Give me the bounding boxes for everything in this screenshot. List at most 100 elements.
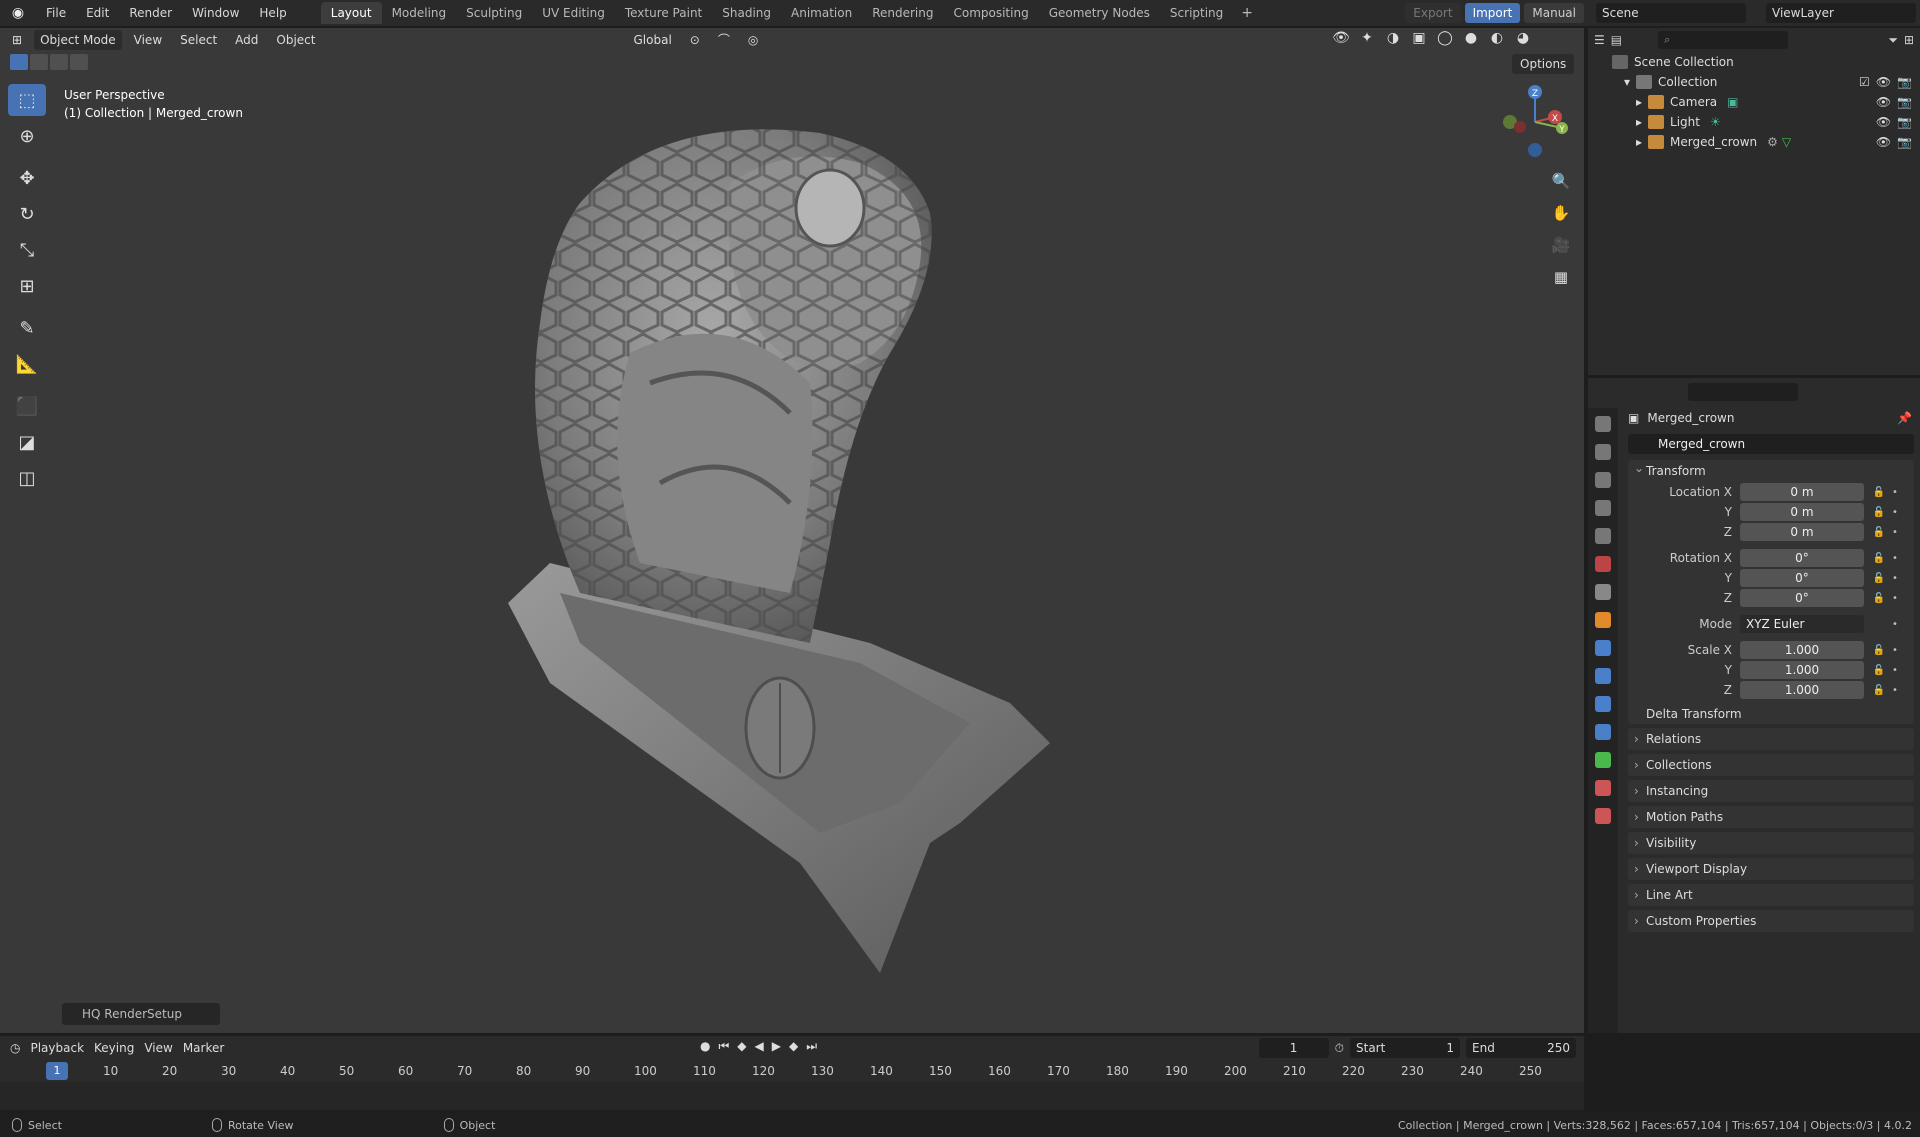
keyframe-dot-icon[interactable]: •	[1892, 593, 1898, 604]
editor-type-icon[interactable]: ⊞	[6, 30, 28, 50]
select-intersect-icon[interactable]	[70, 54, 88, 70]
object-mode-dropdown[interactable]: Object Mode	[34, 30, 122, 50]
pivot-icon[interactable]: ⊙	[684, 30, 706, 50]
output-tab-icon[interactable]	[1595, 472, 1611, 488]
rotation-mode-dropdown[interactable]: XYZ Euler	[1740, 615, 1864, 633]
timeline-menu-keying[interactable]: Keying	[94, 1041, 134, 1055]
select-box-icon[interactable]: ⬚	[8, 84, 46, 116]
camera-render-icon[interactable]: 📷	[1897, 115, 1912, 129]
timeline-menu-playback[interactable]: Playback	[30, 1041, 84, 1055]
tab-texture-paint[interactable]: Texture Paint	[615, 2, 712, 24]
panel-line-art[interactable]: Line Art	[1628, 884, 1914, 906]
camera-render-icon[interactable]: 📷	[1897, 75, 1912, 89]
filter-icon[interactable]: ⏷	[1888, 33, 1898, 48]
pin-icon[interactable]: 📌	[1897, 411, 1912, 425]
timeline-track[interactable]	[0, 1082, 1584, 1110]
tab-layout[interactable]: Layout	[320, 2, 382, 24]
viewport-menu-object[interactable]: Object	[270, 30, 321, 50]
location-y-field[interactable]: 0 m	[1740, 503, 1864, 521]
scale-icon[interactable]: ⤡	[8, 234, 46, 266]
tab-compositing[interactable]: Compositing	[943, 2, 1038, 24]
view-layer-field[interactable]: ViewLayer	[1766, 3, 1916, 23]
tab-uv-editing[interactable]: UV Editing	[532, 2, 615, 24]
xray-icon[interactable]: ▣	[1408, 30, 1430, 46]
material-shading-icon[interactable]: ◐	[1486, 30, 1508, 46]
scene-tab-icon[interactable]	[1595, 528, 1611, 544]
properties-search-input[interactable]	[1688, 383, 1798, 401]
current-frame-field[interactable]: 1	[1258, 1038, 1329, 1058]
render-tab-icon[interactable]	[1595, 444, 1611, 460]
rendered-shading-icon[interactable]: ◕	[1512, 30, 1534, 46]
pan-hand-icon[interactable]: ✋	[1548, 200, 1574, 226]
keyframe-dot-icon[interactable]: •	[1892, 487, 1898, 498]
view-layer-tab-icon[interactable]	[1595, 500, 1611, 516]
lock-icon[interactable]: 🔓	[1870, 593, 1888, 604]
blender-logo-icon[interactable]: ◉	[0, 0, 36, 26]
select-extend-icon[interactable]	[30, 54, 48, 70]
texture-tab-icon[interactable]	[1595, 808, 1611, 824]
zoom-icon[interactable]: 🔍	[1548, 168, 1574, 194]
next-keyframe-icon[interactable]: ◆	[789, 1039, 798, 1054]
modifier-tab-icon[interactable]	[1595, 640, 1611, 656]
transform-icon[interactable]: ⊞	[8, 270, 46, 302]
panel-viewport-display[interactable]: Viewport Display	[1628, 858, 1914, 880]
play-icon[interactable]: ▶	[772, 1039, 781, 1054]
eye-icon[interactable]: 👁	[1876, 95, 1891, 109]
location-x-field[interactable]: 0 m	[1740, 483, 1864, 501]
menu-help[interactable]: Help	[249, 6, 296, 20]
expand-arrow-icon[interactable]: ▸	[1636, 115, 1642, 129]
tab-modeling[interactable]: Modeling	[382, 2, 457, 24]
mesh-data-icon[interactable]: ▽	[1782, 135, 1791, 149]
transform-header[interactable]: Transform	[1628, 457, 1914, 482]
menu-render[interactable]: Render	[119, 6, 182, 20]
navigation-gizmo[interactable]: Z X Y	[1490, 82, 1570, 162]
object-tab-icon[interactable]	[1595, 612, 1611, 628]
menu-file[interactable]: File	[36, 6, 76, 20]
cage-icon[interactable]: ◪	[8, 426, 46, 458]
scale-z-field[interactable]: 1.000	[1740, 681, 1864, 699]
select-new-icon[interactable]	[10, 54, 28, 70]
keyframe-dot-icon[interactable]: •	[1892, 619, 1898, 630]
checkbox-icon[interactable]: ☑	[1859, 75, 1870, 89]
eye-icon[interactable]: 👁	[1876, 115, 1891, 129]
lock-icon[interactable]: 🔓	[1870, 527, 1888, 538]
visibility-icon[interactable]: 👁	[1330, 30, 1352, 46]
tab-geometry-nodes[interactable]: Geometry Nodes	[1039, 2, 1160, 24]
keyframe-dot-icon[interactable]: •	[1892, 685, 1898, 696]
panel-visibility[interactable]: Visibility	[1628, 832, 1914, 854]
move-icon[interactable]: ✥	[8, 162, 46, 194]
play-reverse-icon[interactable]: ◀	[755, 1039, 764, 1054]
scene-field[interactable]: Scene	[1596, 3, 1746, 23]
physics-tab-icon[interactable]	[1595, 696, 1611, 712]
camera-render-icon[interactable]: 📷	[1897, 95, 1912, 109]
stopwatch-icon[interactable]: ⏱	[1335, 1041, 1344, 1056]
lock-icon[interactable]: 🔓	[1870, 553, 1888, 564]
shear-icon[interactable]: ◫	[8, 462, 46, 494]
panel-instancing[interactable]: Instancing	[1628, 780, 1914, 802]
tab-sculpting[interactable]: Sculpting	[456, 2, 532, 24]
tab-animation[interactable]: Animation	[781, 2, 862, 24]
prev-keyframe-icon[interactable]: ◆	[737, 1039, 746, 1054]
transform-orientation-dropdown[interactable]: Global	[628, 30, 678, 50]
tab-rendering[interactable]: Rendering	[862, 2, 943, 24]
keyframe-dot-icon[interactable]: •	[1892, 527, 1898, 538]
rotation-x-field[interactable]: 0°	[1740, 549, 1864, 567]
material-tab-icon[interactable]	[1595, 780, 1611, 796]
cursor-icon[interactable]: ⊕	[8, 120, 46, 152]
scale-y-field[interactable]: 1.000	[1740, 661, 1864, 679]
record-icon[interactable]: ●	[700, 1039, 710, 1054]
outliner-item-merged-crown[interactable]: ▸ Merged_crown ⚙ ▽ 👁 📷	[1588, 132, 1920, 152]
rotation-y-field[interactable]: 0°	[1740, 569, 1864, 587]
export-button[interactable]: Export	[1405, 3, 1461, 23]
jump-end-icon[interactable]: ⏭	[806, 1039, 817, 1054]
viewport-menu-view[interactable]: View	[128, 30, 168, 50]
world-tab-icon[interactable]	[1595, 556, 1611, 572]
constraints-tab-icon[interactable]	[1595, 724, 1611, 740]
frame-ruler[interactable]: 10 20 30 40 50 60 70 80 90 100 110 120 130 140 150 160 1…	[0, 1062, 1584, 1082]
scale-x-field[interactable]: 1.000	[1740, 641, 1864, 659]
measure-icon[interactable]: 📐	[8, 348, 46, 380]
lock-icon[interactable]: 🔓	[1870, 665, 1888, 676]
rotate-icon[interactable]: ↻	[8, 198, 46, 230]
expand-arrow-icon[interactable]: ▸	[1636, 95, 1642, 109]
timeline-menu-view[interactable]: View	[144, 1041, 172, 1055]
